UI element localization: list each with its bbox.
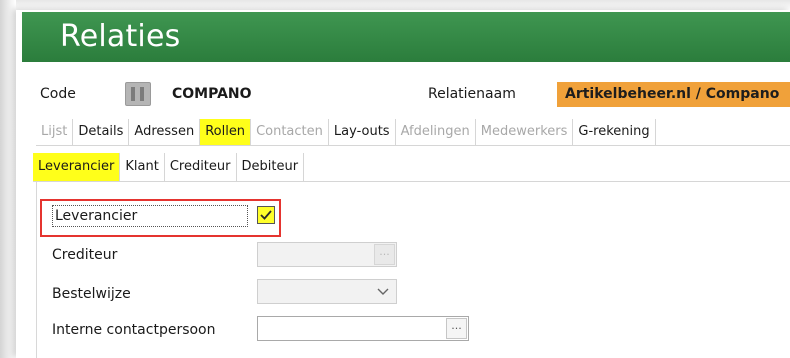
tab-medewerkers: Medewerkers — [476, 119, 574, 145]
leverancier-label: Leverancier — [52, 205, 248, 227]
tab-contacten: Contacten — [251, 119, 329, 145]
window-header: Relaties — [22, 12, 790, 62]
subtab-klant[interactable]: Klant — [120, 153, 165, 181]
content-border — [36, 182, 37, 358]
tab-lijst: Lijst — [36, 119, 74, 145]
subtab-leverancier[interactable]: Leverancier — [33, 153, 121, 181]
tabs-divider — [36, 145, 790, 146]
window-title: Relaties — [60, 19, 181, 54]
tab-adressen[interactable]: Adressen — [129, 119, 201, 145]
code-label: Code — [40, 86, 76, 102]
crediteur-browse-button[interactable]: ... — [374, 244, 395, 265]
leverancier-checkbox[interactable] — [257, 206, 275, 224]
chevron-down-icon — [377, 288, 389, 295]
checkmark-icon — [260, 210, 272, 220]
shadow-top — [0, 0, 790, 10]
relname-label: Relatienaam — [428, 86, 516, 102]
bestelwijze-label: Bestelwijze — [52, 286, 131, 302]
code-value: COMPANO — [172, 86, 252, 102]
crediteur-label: Crediteur — [52, 247, 118, 263]
contact-field[interactable]: ... — [257, 316, 469, 341]
tab-rollen[interactable]: Rollen — [200, 119, 252, 145]
role-tabs-divider — [33, 181, 790, 182]
contact-label: Interne contactpersoon — [52, 322, 216, 338]
tab-g-rekening[interactable]: G-rekening — [573, 119, 656, 145]
tab-details[interactable]: Details — [73, 119, 130, 145]
contact-browse-button[interactable]: ... — [446, 318, 467, 339]
bestelwijze-select[interactable] — [257, 279, 397, 304]
role-tabs: Leverancier Klant Crediteur Debiteur — [33, 153, 305, 181]
relname-value: Artikelbeheer.nl / Compano — [557, 82, 790, 107]
tab-lay-outs[interactable]: Lay-outs — [329, 119, 396, 145]
crediteur-field[interactable]: ... — [257, 242, 397, 267]
subtab-debiteur[interactable]: Debiteur — [237, 153, 305, 181]
main-tabs: Lijst Details Adressen Rollen Contacten Lay-o… — [36, 119, 656, 145]
shadow-left — [0, 0, 16, 358]
code-lookup-icon[interactable] — [125, 82, 151, 106]
subtab-crediteur[interactable]: Crediteur — [165, 153, 237, 181]
tab-afdelingen: Afdelingen — [396, 119, 476, 145]
relaties-window — [16, 10, 790, 358]
